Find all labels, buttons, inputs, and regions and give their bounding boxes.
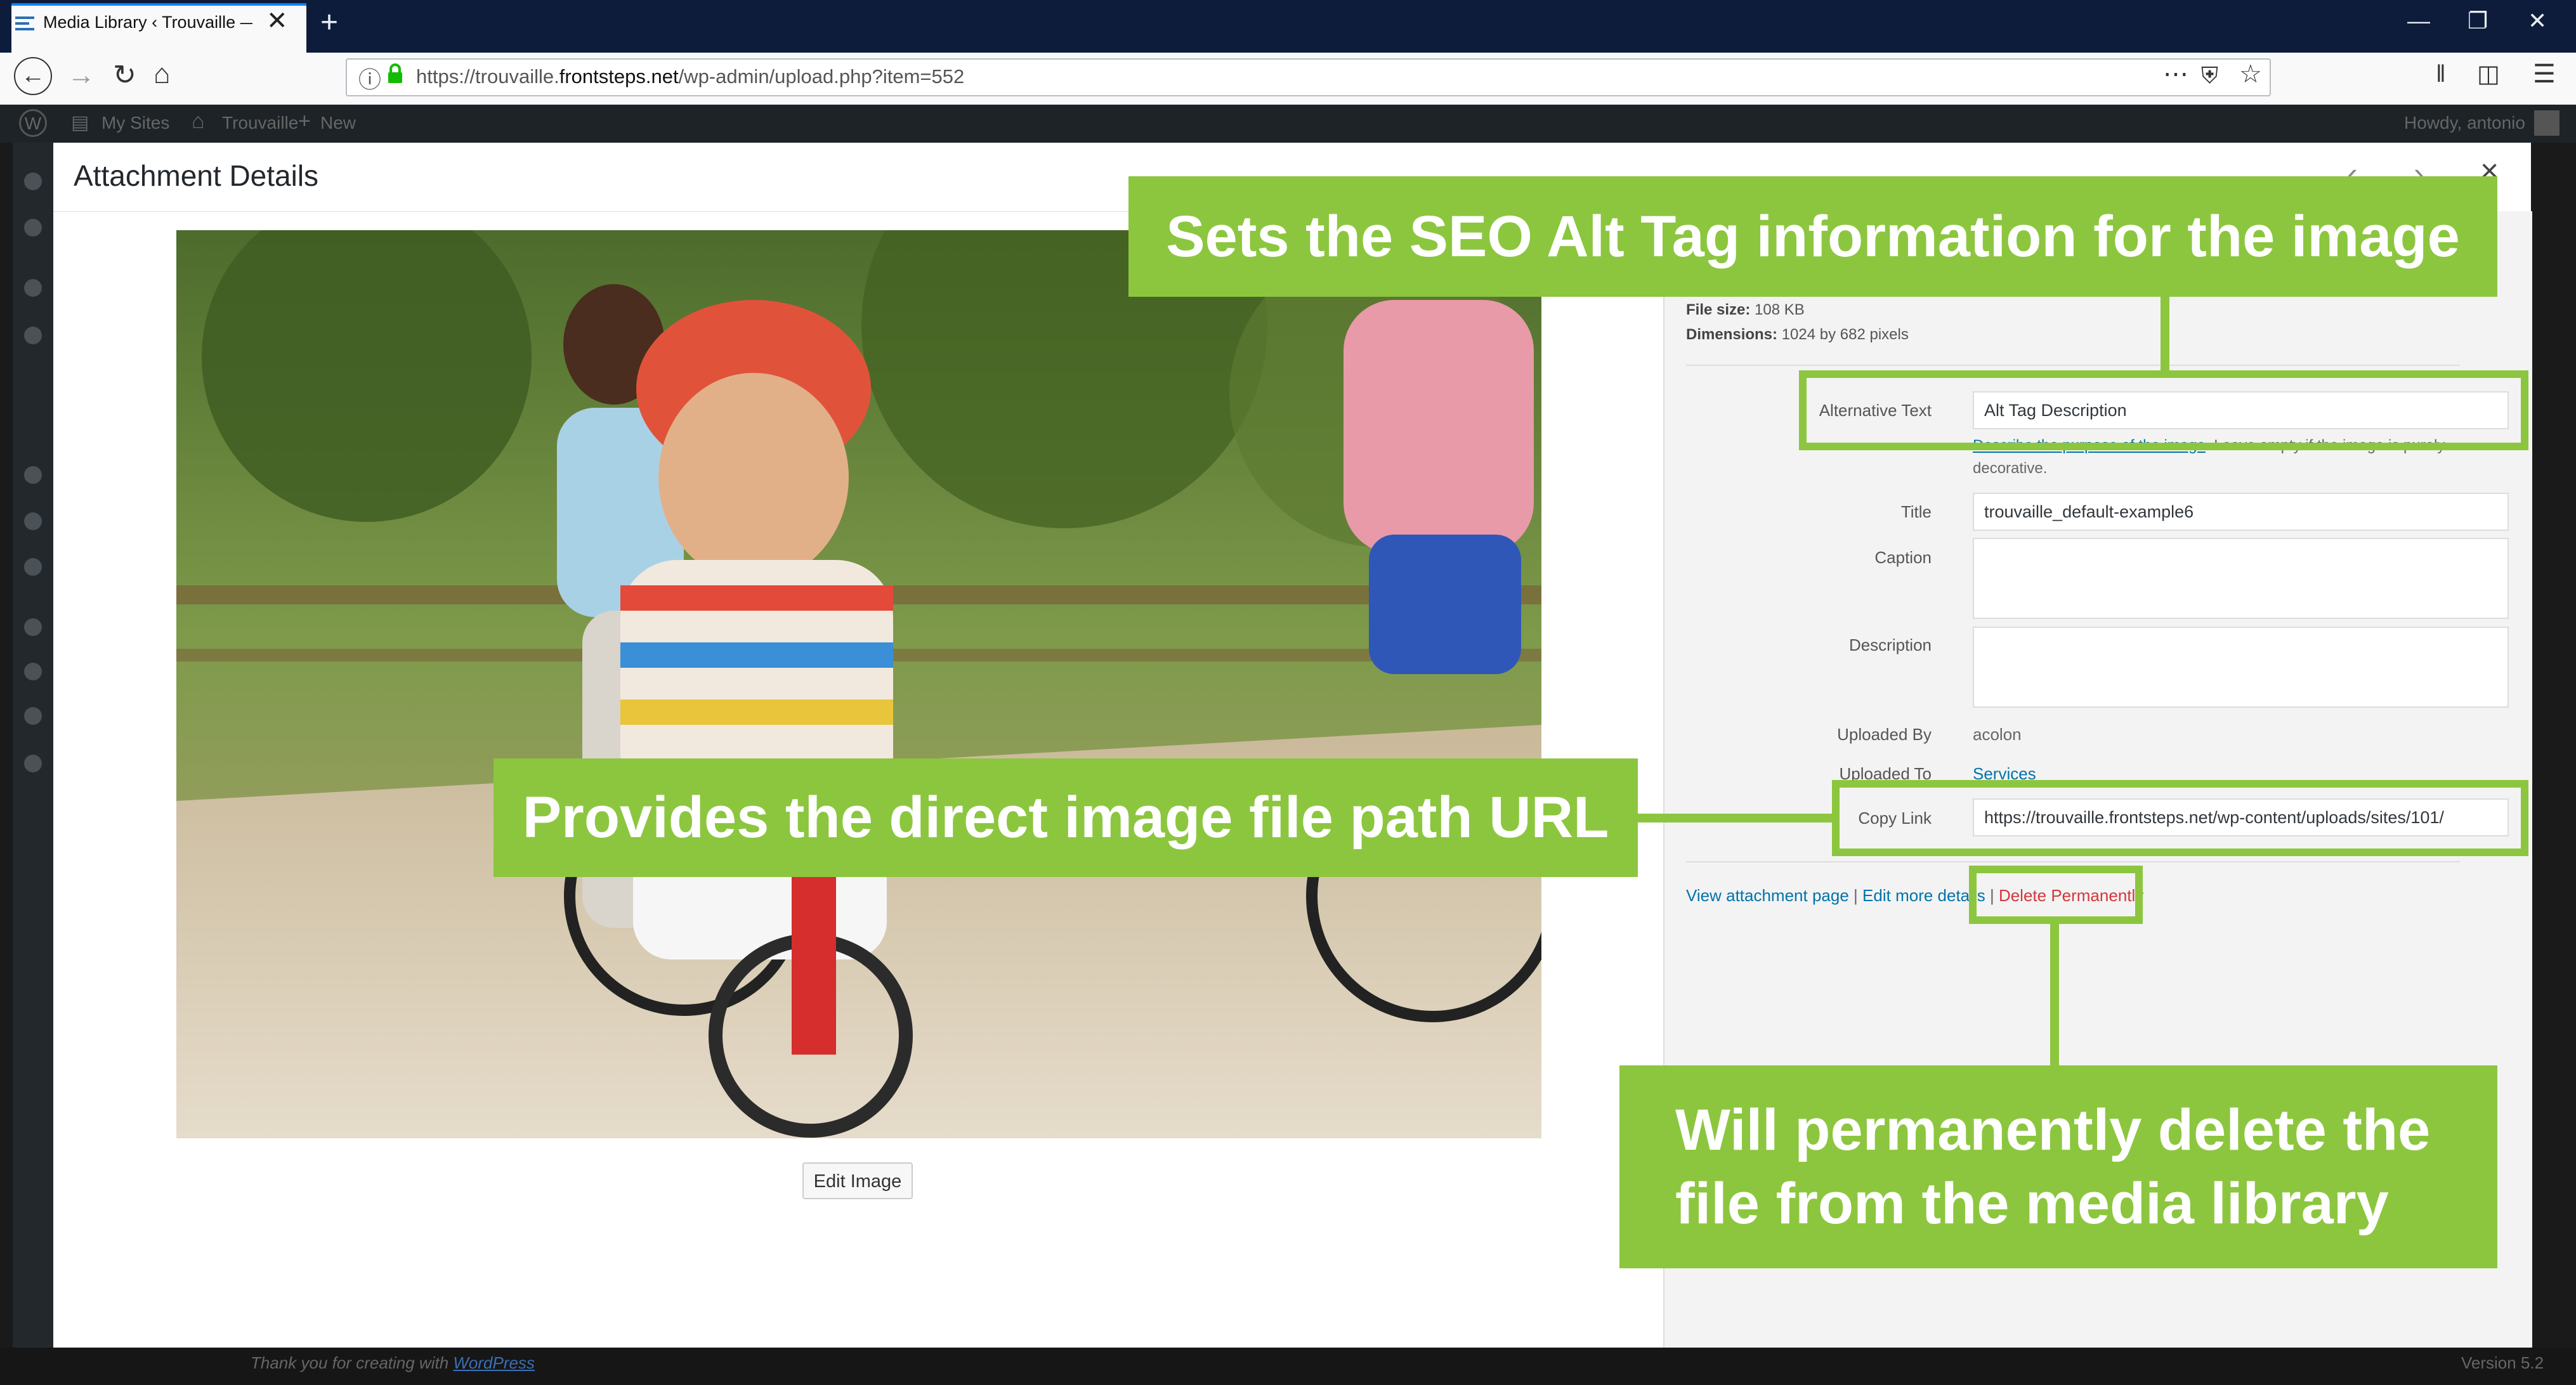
view-attachment-page-link[interactable]: View attachment page xyxy=(1686,886,1849,905)
description-label: Description xyxy=(1848,635,1932,654)
new-tab-button[interactable]: + xyxy=(320,5,338,40)
tools-icon xyxy=(24,707,42,725)
plus-icon: + xyxy=(298,109,311,133)
forward-icon[interactable]: → xyxy=(67,57,95,94)
sidebar-icon[interactable]: ◫ xyxy=(2477,56,2500,93)
comments-icon xyxy=(24,512,42,530)
backdrop xyxy=(2531,143,2576,1385)
back-icon[interactable]: ← xyxy=(14,57,52,95)
users-icon xyxy=(24,663,42,680)
highlight-delete-link xyxy=(1969,866,2143,924)
modal-title: Attachment Details xyxy=(74,159,319,192)
title-input[interactable]: trouvaille_default-example6 xyxy=(1973,493,2509,531)
avatar[interactable] xyxy=(2534,110,2560,136)
more-icon[interactable]: ⋯ xyxy=(2163,56,2188,93)
caption-label: Caption xyxy=(1874,548,1932,567)
dimensions-label: Dimensions: xyxy=(1686,326,1778,343)
admin-bar-howdy[interactable]: Howdy, antonio xyxy=(2404,113,2525,133)
admin-bar-my-sites[interactable]: My Sites xyxy=(101,113,169,133)
menu-icon[interactable]: ☰ xyxy=(2533,56,2556,93)
pages-icon xyxy=(24,466,42,484)
callout-connector xyxy=(1638,814,1836,823)
posts-icon xyxy=(24,219,42,237)
footer-version: Version 5.2 xyxy=(2461,1353,2544,1372)
footer-thanks-prefix: Thank you for creating with xyxy=(251,1353,454,1372)
wp-admin-bar xyxy=(0,105,2576,143)
pocket-icon[interactable]: ⛨ xyxy=(2201,57,2218,94)
reload-icon[interactable]: ↻ xyxy=(113,57,136,94)
callout-delete-line1: Will permanently delete the xyxy=(1675,1098,2431,1162)
callout-delete: Will permanently delete the file from the… xyxy=(1619,1065,2497,1268)
callout-file-url: Provides the direct image file path URL xyxy=(494,758,1638,877)
admin-bar-new[interactable]: New xyxy=(320,113,356,133)
file-size-value: 108 KB xyxy=(1755,301,1805,318)
file-size: File size: 108 KB xyxy=(1686,301,1805,319)
home-site-icon: ⌂ xyxy=(192,109,205,133)
wordpress-favicon-icon xyxy=(15,16,34,30)
lock-icon xyxy=(388,63,402,83)
restore-icon[interactable]: ❐ xyxy=(2468,8,2488,34)
caption-textarea[interactable] xyxy=(1973,538,2509,619)
my-sites-icon: ▤ xyxy=(71,112,89,133)
dimensions-value: 1024 by 682 pixels xyxy=(1781,326,1909,343)
bookmark-star-icon[interactable]: ☆ xyxy=(2239,56,2262,93)
dimensions: Dimensions: 1024 by 682 pixels xyxy=(1686,326,1909,344)
url-path: /wp-admin/upload.php?item=552 xyxy=(678,65,965,88)
dashboard-icon xyxy=(24,172,42,190)
footer-wordpress-link[interactable]: WordPress xyxy=(453,1353,535,1372)
window-close-icon[interactable]: ✕ xyxy=(2528,8,2547,34)
url-prefix: https://trouvaille. xyxy=(416,65,559,88)
edit-image-button[interactable]: Edit Image xyxy=(802,1162,913,1199)
wordpress-logo-icon[interactable]: W xyxy=(19,109,47,137)
tab-close-icon[interactable]: ✕ xyxy=(266,6,288,36)
callout-connector xyxy=(2161,296,2169,377)
actions-separator: | xyxy=(1854,886,1858,905)
library-icon[interactable]: ‖ xyxy=(2436,56,2446,93)
media-icon xyxy=(24,327,42,344)
tab-title: Media Library ‹ Trouvaille — W xyxy=(43,13,252,32)
plugins-icon xyxy=(24,618,42,636)
browser-tab-bar xyxy=(0,0,2576,53)
divider xyxy=(1686,861,2460,862)
title-label: Title xyxy=(1900,502,1932,521)
highlight-alt-text xyxy=(1799,370,2528,450)
callout-connector xyxy=(2050,923,2059,1067)
callout-alt-tag: Sets the SEO Alt Tag information for the… xyxy=(1128,176,2497,297)
admin-bar-site-name[interactable]: Trouvaille xyxy=(222,113,298,133)
appearance-icon xyxy=(24,558,42,576)
file-size-label: File size: xyxy=(1686,301,1751,318)
home-icon[interactable]: ⌂ xyxy=(154,56,171,93)
settings-icon xyxy=(24,755,42,772)
pin-icon xyxy=(24,279,42,297)
footer-thanks: Thank you for creating with WordPress xyxy=(251,1353,535,1373)
divider xyxy=(1686,365,2460,366)
url-text[interactable]: https://trouvaille.frontsteps.net/wp-adm… xyxy=(416,65,964,88)
info-icon[interactable]: ⓘ xyxy=(358,62,381,94)
attachment-image xyxy=(176,230,1541,1138)
edit-more-details-link[interactable]: Edit more details xyxy=(1862,886,1985,905)
highlight-copy-link xyxy=(1832,780,2528,856)
description-textarea[interactable] xyxy=(1973,627,2509,708)
callout-delete-line2: file from the media library xyxy=(1675,1171,2389,1236)
uploaded-by-value: acolon xyxy=(1973,725,2022,744)
uploaded-by-label: Uploaded By xyxy=(1837,725,1932,744)
minimize-icon[interactable]: — xyxy=(2407,8,2430,34)
url-domain: frontsteps.net xyxy=(559,65,679,88)
